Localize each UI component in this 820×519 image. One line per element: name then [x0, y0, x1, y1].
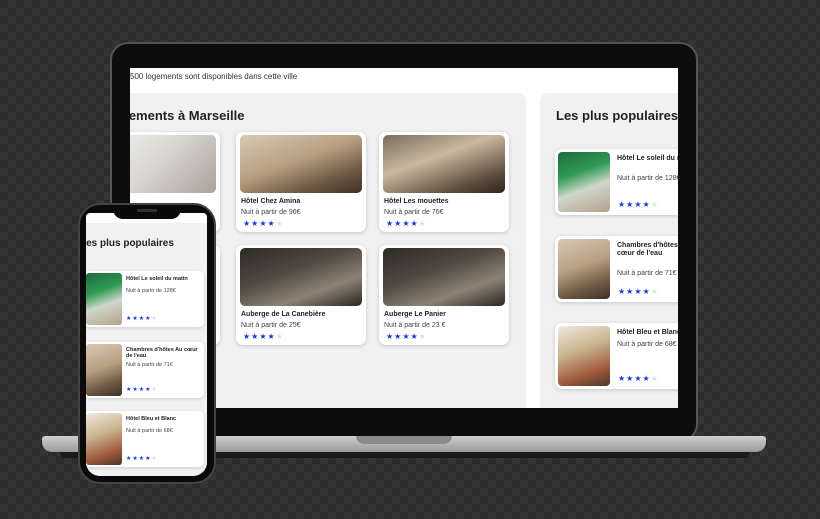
- rating-stars: ★★★★★: [386, 219, 427, 228]
- popular-card-price: Nuit à partir de 71€: [617, 270, 677, 277]
- laptop-notch: [356, 436, 452, 444]
- listing-card-name: Auberge Le Panier: [384, 311, 446, 318]
- dorm-photo: [383, 248, 505, 306]
- bunk-room-photo: [383, 135, 505, 193]
- phone-speaker: [137, 209, 157, 212]
- rating-stars: ★★★★★: [243, 219, 284, 228]
- phone-popular-card-name: Hôtel Bleu et Blanc: [126, 416, 177, 422]
- rating-stars: ★★★★★: [243, 332, 284, 341]
- guest-room-photo: [86, 344, 122, 396]
- popular-card-name: Hôtel Le soleil du matin: [617, 155, 678, 162]
- rating-stars: ★★★★★: [618, 287, 659, 296]
- hotel-room-photo: [240, 135, 362, 193]
- listing-card-price: Nuit à partir de 96€: [241, 209, 301, 216]
- guest-room-photo: [558, 239, 610, 299]
- phone-popular-card[interactable]: Hôtel Bleu et Blanc Nuit à partir de 68€…: [86, 411, 204, 467]
- listing-card-price: Nuit à partir de 23 €: [384, 322, 446, 329]
- popular-card-price: Nuit à partir de 68€: [617, 341, 677, 348]
- phone-screen: Les plus populaires Hôtel Le soleil du m…: [86, 213, 207, 476]
- phone-popular-card[interactable]: Chambres d'hôtes Au cœur de l'eau Nuit à…: [86, 342, 204, 398]
- phone-popular-card-name: Hôtel Le soleil du matin: [126, 276, 188, 282]
- popular-card-price: Nuit à partir de 128€: [617, 175, 678, 182]
- rating-stars: ★★★★★: [386, 332, 427, 341]
- listing-card[interactable]: Auberge de La Canebière Nuit à partir de…: [236, 245, 366, 345]
- popular-card[interactable]: Chambres d'hôtes Au cœur de l'eau Nuit à…: [555, 236, 678, 302]
- rating-stars: ★★★★★: [126, 456, 158, 462]
- listing-card-price: Nuit à partir de 25€: [241, 322, 301, 329]
- warm-room-photo: [86, 413, 122, 465]
- listing-title: Logements à Marseille: [130, 108, 245, 123]
- popular-card[interactable]: Hôtel Bleu et Blanc Nuit à partir de 68€…: [555, 323, 678, 389]
- phone-popular-card-price: Nuit à partir de 71€: [126, 362, 173, 368]
- white-room-photo: [130, 135, 216, 193]
- phone-notch: [113, 205, 181, 219]
- popular-card-name: Hôtel Bleu et Blanc: [617, 329, 678, 336]
- warm-room-photo: [558, 326, 610, 386]
- rating-stars: ★★★★★: [126, 316, 158, 322]
- dorm-photo: [240, 248, 362, 306]
- listing-card[interactable]: Auberge Le Panier Nuit à partir de 23 € …: [379, 245, 509, 345]
- phone-popular-card-price: Nuit à partir de 128€: [126, 288, 176, 294]
- rating-stars: ★★★★★: [618, 200, 659, 209]
- green-room-photo: [558, 152, 610, 212]
- phone-popular-title: Les plus populaires: [86, 238, 174, 249]
- popular-title: Les plus populaires: [556, 108, 678, 123]
- green-room-photo: [86, 273, 122, 325]
- listing-card[interactable]: Hôtel Les mouettes Nuit à partir de 76€ …: [379, 132, 509, 232]
- listing-card[interactable]: Hôtel Chez Amina Nuit à partir de 96€ ★★…: [236, 132, 366, 232]
- phone-popular-card-name: Chambres d'hôtes Au cœur de l'eau: [126, 347, 198, 359]
- listing-card-price: Nuit à partir de 76€: [384, 209, 444, 216]
- rating-stars: ★★★★★: [126, 387, 158, 393]
- availability-count: 500 logements sont disponibles dans cett…: [130, 72, 298, 81]
- phone-popular-card-price: Nuit à partir de 68€: [126, 428, 173, 434]
- popular-card-name: Chambres d'hôtes Au cœur de l'eau: [617, 242, 678, 257]
- listing-card-name: Auberge de La Canebière: [241, 311, 326, 318]
- listing-card-name: Hôtel Chez Amina: [241, 198, 301, 205]
- phone-popular-card[interactable]: Hôtel Le soleil du matin Nuit à partir d…: [86, 271, 204, 327]
- rating-stars: ★★★★★: [618, 374, 659, 383]
- popular-card[interactable]: Hôtel Le soleil du matin Nuit à partir d…: [555, 149, 678, 215]
- listing-card-name: Hôtel Les mouettes: [384, 198, 449, 205]
